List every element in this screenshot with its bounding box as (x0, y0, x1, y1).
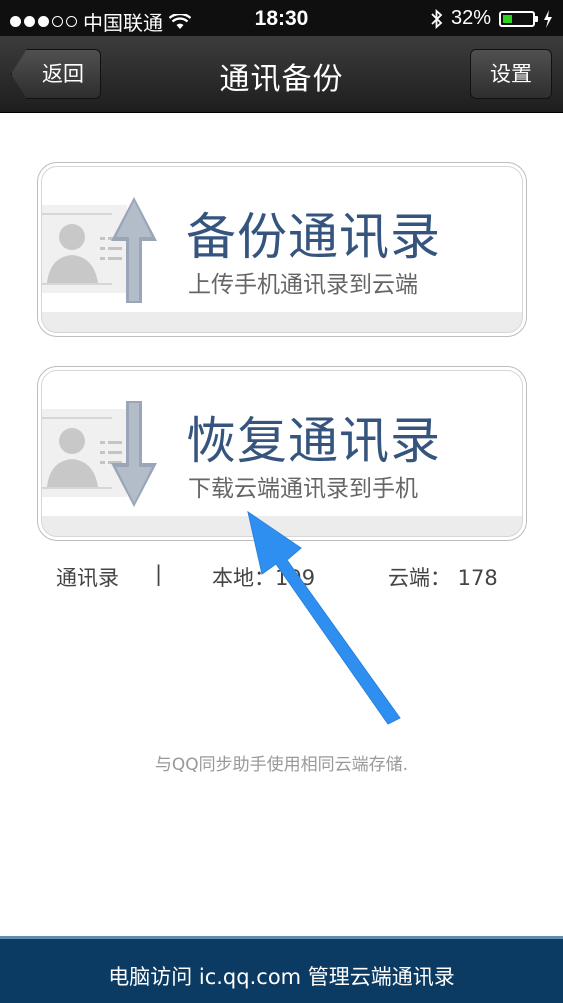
backup-subtitle: 上传手机通讯录到云端 (188, 272, 418, 298)
nav-bar: 返回 通讯备份 设置 (0, 36, 563, 113)
restore-card-inner: 恢复通讯录 下载云端通讯录到手机 (41, 370, 523, 537)
restore-subtitle: 下载云端通讯录到手机 (188, 476, 418, 502)
stats-label: 通讯录 (56, 566, 119, 590)
battery-percent: 32% (450, 7, 491, 29)
contact-download-icon (42, 401, 157, 507)
backup-card-inner: 备份通讯录 上传手机通讯录到云端 (41, 166, 523, 333)
status-right: 32% (431, 7, 553, 30)
charging-bolt-icon (544, 9, 552, 28)
footer-bar[interactable]: 电脑访问 ic.qq.com 管理云端通讯录 (0, 936, 563, 1003)
backup-contacts-button[interactable]: 备份通讯录 上传手机通讯录到云端 (37, 162, 527, 337)
bluetooth-icon (431, 8, 443, 29)
backup-title: 备份通讯录 (186, 208, 441, 266)
battery-icon (499, 10, 538, 27)
restore-title: 恢复通讯录 (186, 412, 441, 470)
status-bar: 中国联通 18:30 32% (0, 0, 563, 36)
restore-contacts-button[interactable]: 恢复通讯录 下载云端通讯录到手机 (37, 366, 527, 541)
cloud-count: 云端： 178 (388, 566, 498, 590)
stats-separator: | (155, 562, 163, 586)
settings-button[interactable]: 设置 (470, 49, 552, 99)
sync-note: 与QQ同步助手使用相同云端存储. (154, 755, 409, 775)
contact-upload-icon (42, 197, 157, 303)
contact-stats: 通讯录 | 本地：199 云端： 178 (0, 562, 563, 592)
footer-link-text[interactable]: 电脑访问 ic.qq.com 管理云端通讯录 (0, 961, 563, 991)
local-count: 本地：199 (212, 566, 316, 590)
